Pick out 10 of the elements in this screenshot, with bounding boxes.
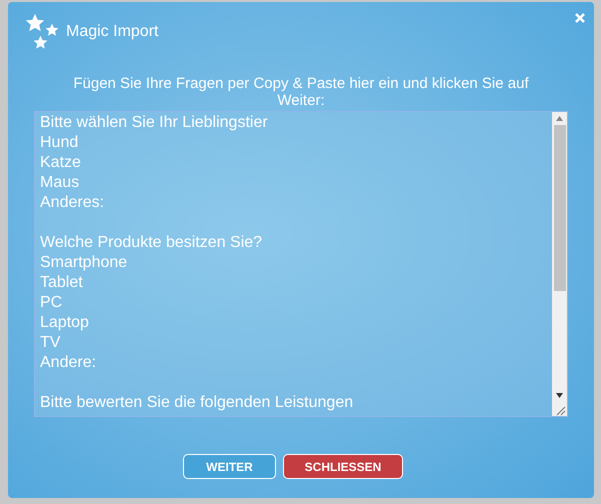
resize-grip-icon[interactable] xyxy=(552,402,567,416)
instruction-text: Fügen Sie Ihre Fragen per Copy & Paste hier ein und klicken Sie auf Weiter: xyxy=(72,75,530,109)
dialog-title: Magic Import xyxy=(66,22,158,42)
next-button[interactable]: WEITER xyxy=(183,454,276,479)
paste-field[interactable]: Bitte wählen Sie Ihr Lieblingstier Hund Katze Maus Anderes: Welche Produkte besitzen Sie? Smartphone Tablet PC Laptop TV Andere: Bitte bewerten Sie die folgenden Leistungen xyxy=(34,111,568,417)
scroll-up-icon[interactable] xyxy=(556,116,563,121)
close-button[interactable]: SCHLIESSEN xyxy=(283,454,403,479)
scroll-down-icon[interactable] xyxy=(556,393,563,398)
scrollbar[interactable] xyxy=(552,112,567,402)
close-icon[interactable] xyxy=(574,12,586,24)
